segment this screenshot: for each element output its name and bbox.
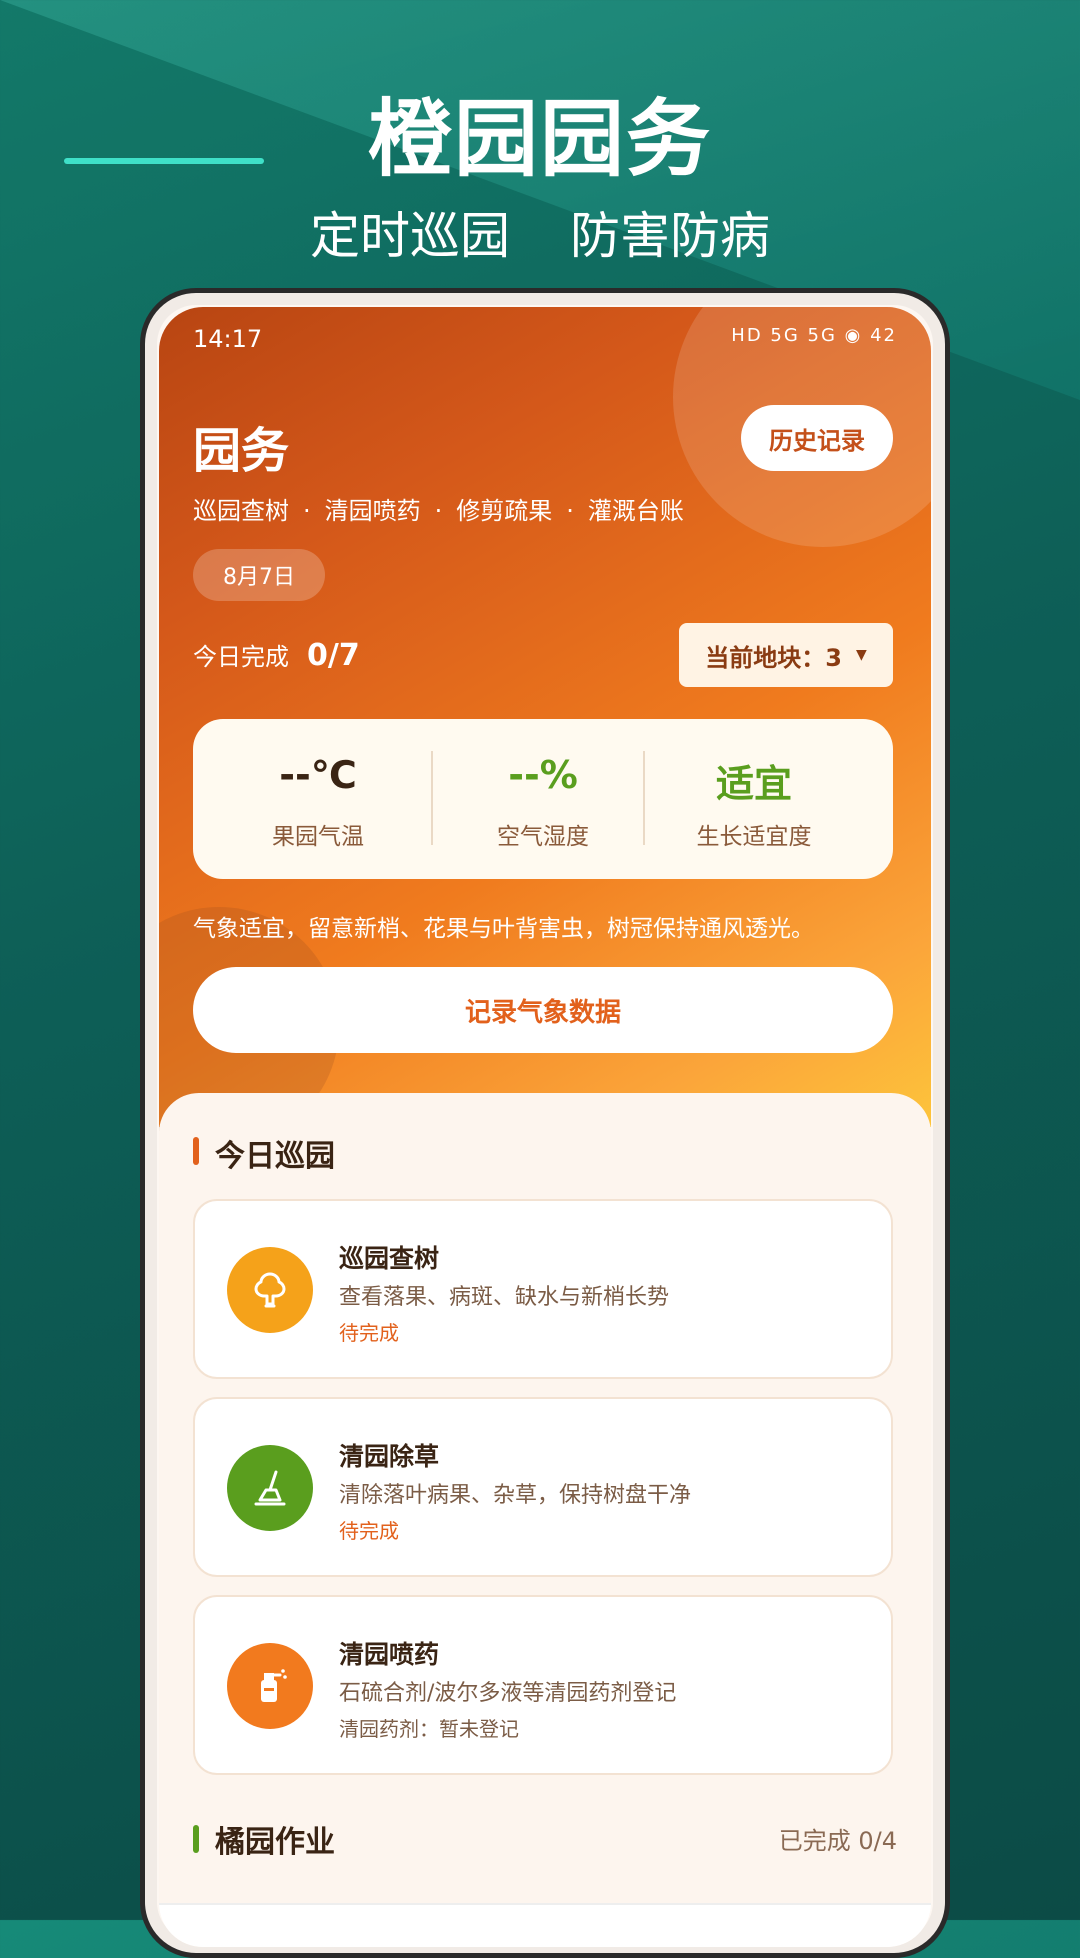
task-card-patrol[interactable]: 巡园查树 查看落果、病斑、缺水与新梢长势 待完成 [193,1199,893,1379]
weather-card: --℃ 果园气温 --% 空气湿度 适宜 生长适宜度 [193,719,893,879]
tree-icon [227,1247,313,1333]
status-bar: 14:17 HD 5G 5G ◉ 42 [193,325,897,369]
phone-frame: 14:17 HD 5G 5G ◉ 42 园务 历史记录 巡园查树 · 清园喷药 · 修剪… [140,288,950,1958]
tag-prune: 修剪疏果 [456,497,553,525]
divider [643,751,645,845]
weather-hint: 气象适宜，留意新梢、花果与叶背害虫，树冠保持通风透光。 [193,916,814,942]
caret-down-icon: ▼ [855,647,867,663]
status-time: 14:17 [193,325,263,353]
tag-separator: · [566,497,574,525]
fitness-value: 适宜 [715,762,792,806]
temperature-label: 果园气温 [272,824,364,850]
section-accent-bar [193,1825,199,1853]
plot-selector[interactable]: 当前地块：3 ▼ [679,623,893,687]
content-panel: 今日巡园 巡园查树 查看落果、病斑、缺水与新梢长势 待完成 清园除草 清除落叶病… [159,1093,931,1947]
task-title: 巡园查树 [339,1244,440,1273]
hero-panel: 14:17 HD 5G 5G ◉ 42 园务 历史记录 巡园查树 · 清园喷药 · 修剪… [159,307,931,1147]
promo-subtitle-1: 定时巡园 [310,207,510,265]
task-status: 待完成 [339,1519,399,1543]
temperature-stat: --℃ 果园气温 [213,719,423,879]
today-done-count: 0/7 [307,638,360,673]
task-description: 查看落果、病斑、缺水与新梢长势 [339,1285,670,1310]
signal-icons: HD 5G 5G ◉ 42 [731,325,897,346]
section-title-orange: 橘园作业 [215,1825,335,1860]
page-title: 园务 [193,423,290,479]
task-description: 石硫合剂/波尔多液等清园药剂登记 [339,1681,677,1706]
tag-irrigation: 灌溉台账 [587,497,684,525]
record-weather-button[interactable]: 记录气象数据 [193,967,893,1053]
task-status: 待完成 [339,1321,399,1345]
humidity-label: 空气湿度 [497,824,589,850]
section-accent-bar [193,1137,199,1165]
today-done-label: 今日完成 [193,643,289,671]
app-screen: 14:17 HD 5G 5G ◉ 42 园务 历史记录 巡园查树 · 清园喷药 · 修剪… [159,307,931,1947]
task-title: 清园喷药 [339,1640,440,1669]
promo-subtitle: 定时巡园 防害防病 [0,196,1080,268]
bottom-navigation [159,1903,931,1947]
section-title-today: 今日巡园 [215,1139,335,1174]
sprayer-icon [227,1643,313,1729]
task-card-weeding[interactable]: 清园除草 清除落叶病果、杂草，保持树盘干净 待完成 [193,1397,893,1577]
task-card-spraying[interactable]: 清园喷药 石硫合剂/波尔多液等清园药剂登记 清园药剂：暂未登记 [193,1595,893,1775]
divider [431,751,433,845]
tag-spray: 清园喷药 [324,497,421,525]
tag-separator: · [434,497,443,525]
task-status: 清园药剂：暂未登记 [339,1717,519,1741]
history-button[interactable]: 历史记录 [741,405,893,471]
temperature-value: --℃ [279,753,357,797]
plot-selector-label: 当前地块：3 [705,643,842,672]
humidity-stat: --% 空气湿度 [438,719,648,879]
tag-separator: · [303,497,311,525]
date-chip: 8月7日 [193,549,325,601]
weeding-icon [227,1445,313,1531]
task-title: 清园除草 [339,1442,440,1471]
feature-tags: 巡园查树 · 清园喷药 · 修剪疏果 · 灌溉台账 [193,491,684,526]
today-progress: 今日完成 0/7 [193,637,360,673]
humidity-value: --% [508,753,578,797]
task-description: 清除落叶病果、杂草，保持树盘干净 [339,1483,692,1508]
tag-patrol: 巡园查树 [193,497,289,525]
fitness-label: 生长适宜度 [696,824,812,850]
section-completion-count: 已完成 0/4 [778,1827,897,1855]
promo-subtitle-2: 防害防病 [570,207,770,265]
status-icons: HD 5G 5G ◉ 42 [731,325,897,346]
fitness-stat: 适宜 生长适宜度 [649,719,859,879]
promo-title: 橙园园务 [367,90,712,188]
